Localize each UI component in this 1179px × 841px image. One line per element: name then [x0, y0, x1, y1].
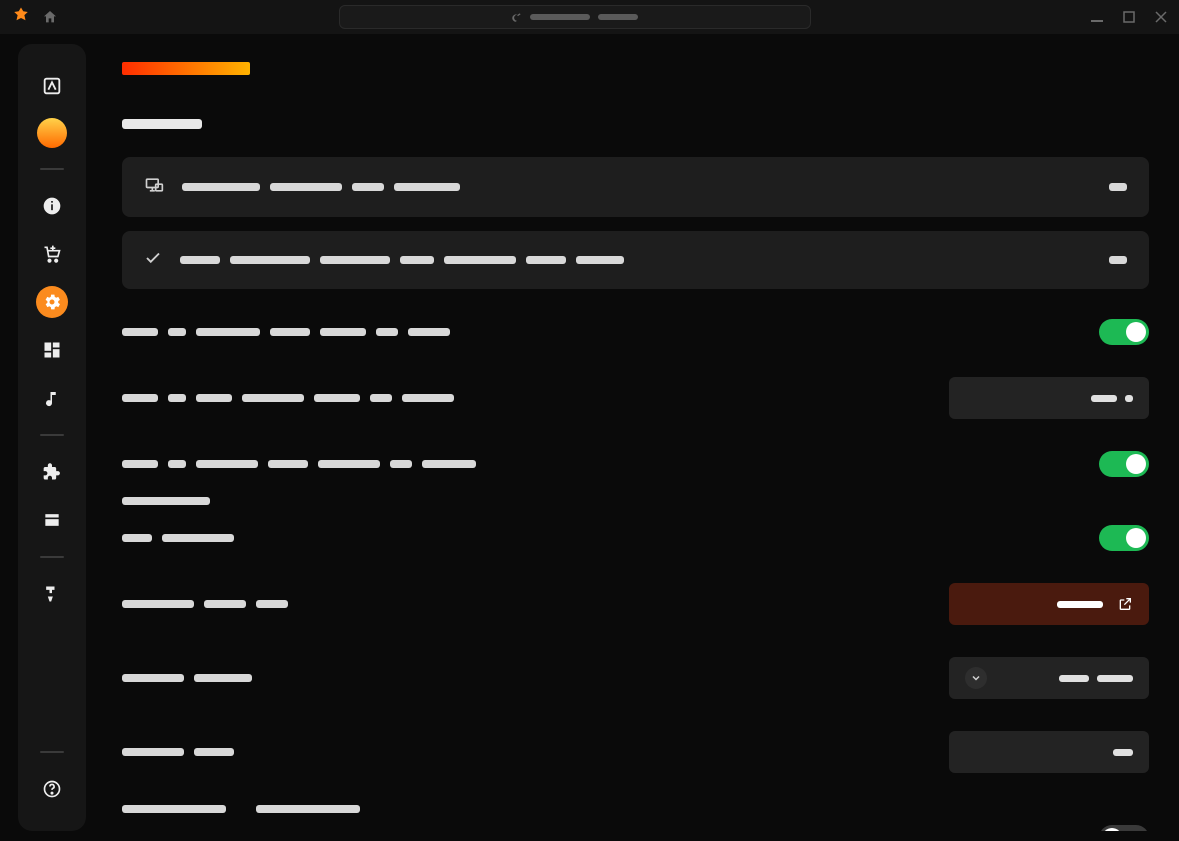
setting-label — [122, 805, 360, 813]
sidebar-item-library[interactable] — [36, 70, 68, 102]
sidebar-divider-4 — [40, 751, 64, 753]
minimize-button[interactable] — [1091, 8, 1103, 27]
section-heading — [122, 119, 202, 129]
search-icon — [511, 12, 522, 23]
dropdown-field[interactable] — [949, 657, 1149, 699]
sidebar-item-info[interactable] — [36, 190, 68, 222]
setting-row-field-2 — [122, 715, 1149, 789]
home-button[interactable] — [42, 9, 58, 25]
sidebar-item-featured[interactable] — [37, 118, 67, 148]
setting-label — [122, 460, 476, 468]
card-text — [180, 256, 624, 264]
close-button[interactable] — [1155, 8, 1167, 27]
setting-label — [122, 600, 288, 608]
toggle-2[interactable] — [1099, 451, 1149, 477]
toggle-4[interactable] — [1099, 825, 1149, 831]
sidebar-item-music[interactable] — [36, 382, 68, 414]
search-input[interactable] — [339, 5, 811, 29]
status-card-display[interactable] — [122, 157, 1149, 217]
sidebar-item-plugins[interactable] — [36, 456, 68, 488]
search-placeholder-2 — [598, 14, 638, 20]
sidebar-item-format[interactable] — [36, 578, 68, 610]
sidebar-item-add-cart[interactable] — [36, 238, 68, 270]
maximize-button[interactable] — [1123, 8, 1135, 27]
sidebar — [18, 44, 86, 831]
toggle-3[interactable] — [1099, 525, 1149, 551]
setting-label — [122, 534, 234, 542]
setting-row-dropdown — [122, 641, 1149, 715]
card-tail-value — [1109, 183, 1127, 191]
setting-description — [122, 493, 1149, 509]
search-placeholder — [530, 14, 590, 20]
settings-content — [86, 44, 1179, 831]
open-external-button[interactable] — [949, 583, 1149, 625]
setting-row-toggle-2 — [122, 435, 1149, 493]
setting-row-action — [122, 567, 1149, 641]
setting-text-row — [122, 789, 1149, 819]
setting-label — [122, 748, 234, 756]
setting-label — [122, 674, 252, 682]
text-field-2[interactable] — [949, 731, 1149, 773]
sidebar-item-dashboard[interactable] — [36, 334, 68, 366]
app-logo — [12, 6, 30, 28]
text-field-1[interactable] — [949, 377, 1149, 419]
sidebar-item-layers[interactable] — [36, 504, 68, 536]
check-icon — [144, 249, 162, 271]
sidebar-item-settings[interactable] — [36, 286, 68, 318]
display-icon — [144, 175, 164, 199]
sidebar-divider-3 — [40, 556, 64, 558]
card-tail-value — [1109, 256, 1127, 264]
page-accent-stripe — [122, 62, 250, 75]
setting-row-toggle-1 — [122, 303, 1149, 361]
setting-label — [122, 328, 450, 336]
setting-row-toggle-3 — [122, 509, 1149, 567]
sidebar-divider-2 — [40, 434, 64, 436]
sidebar-divider — [40, 168, 64, 170]
open-external-icon — [1117, 596, 1133, 612]
setting-label — [122, 394, 454, 402]
setting-row-toggle-4 — [122, 819, 1149, 831]
sidebar-item-help[interactable] — [36, 773, 68, 805]
toggle-1[interactable] — [1099, 319, 1149, 345]
card-text — [182, 183, 460, 191]
setting-row-field-1 — [122, 361, 1149, 435]
chevron-down-icon — [965, 667, 987, 689]
status-card-check[interactable] — [122, 231, 1149, 289]
